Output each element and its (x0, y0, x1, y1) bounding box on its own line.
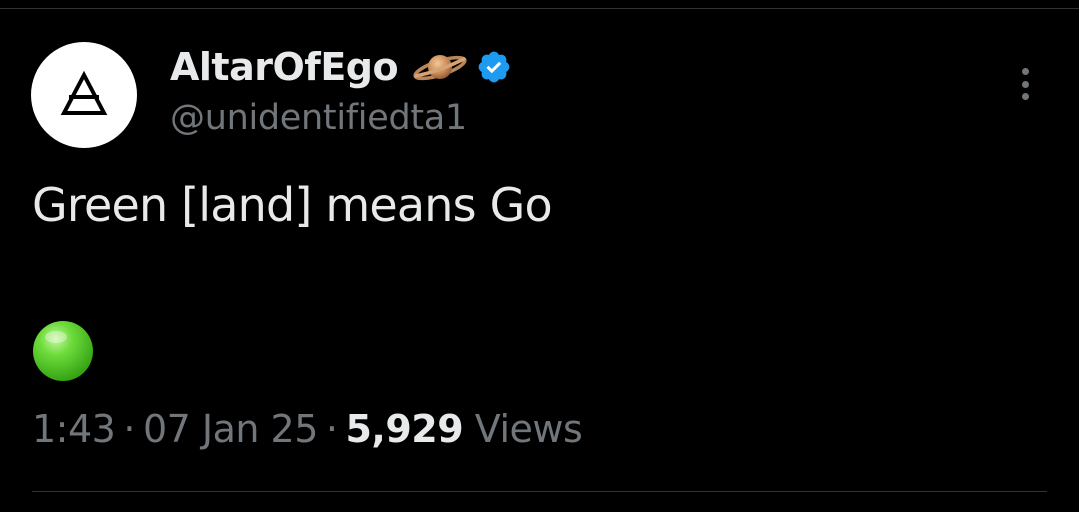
author-name-row[interactable]: AltarOfEgo (170, 40, 512, 94)
green-circle-icon (33, 321, 93, 381)
avatar[interactable] (31, 42, 137, 148)
views-count[interactable]: 5,929 (345, 407, 463, 451)
separator: · (123, 407, 135, 451)
tweet-text: Green [land] means Go (32, 178, 553, 232)
tweet-date[interactable]: 07 Jan 25 (143, 407, 318, 451)
more-options-button[interactable] (1008, 64, 1042, 104)
top-divider (0, 8, 1079, 9)
more-vertical-icon-dot (1021, 93, 1029, 100)
bottom-divider (32, 491, 1047, 492)
alchemical-triangle-icon (60, 70, 108, 115)
author-handle[interactable]: @unidentifiedta1 (170, 98, 467, 138)
verified-badge-icon[interactable] (476, 49, 512, 85)
tweet-time[interactable]: 1:43 (32, 407, 116, 451)
ringed-planet-icon (413, 55, 467, 81)
display-name[interactable]: AltarOfEgo (170, 45, 399, 89)
more-vertical-icon-dot (1021, 80, 1029, 88)
separator: · (325, 407, 338, 451)
views-label: Views (474, 407, 583, 451)
more-vertical-icon (1021, 68, 1029, 75)
tweet-meta: 1:43 · 07 Jan 25 · 5,929 Views (32, 407, 583, 451)
